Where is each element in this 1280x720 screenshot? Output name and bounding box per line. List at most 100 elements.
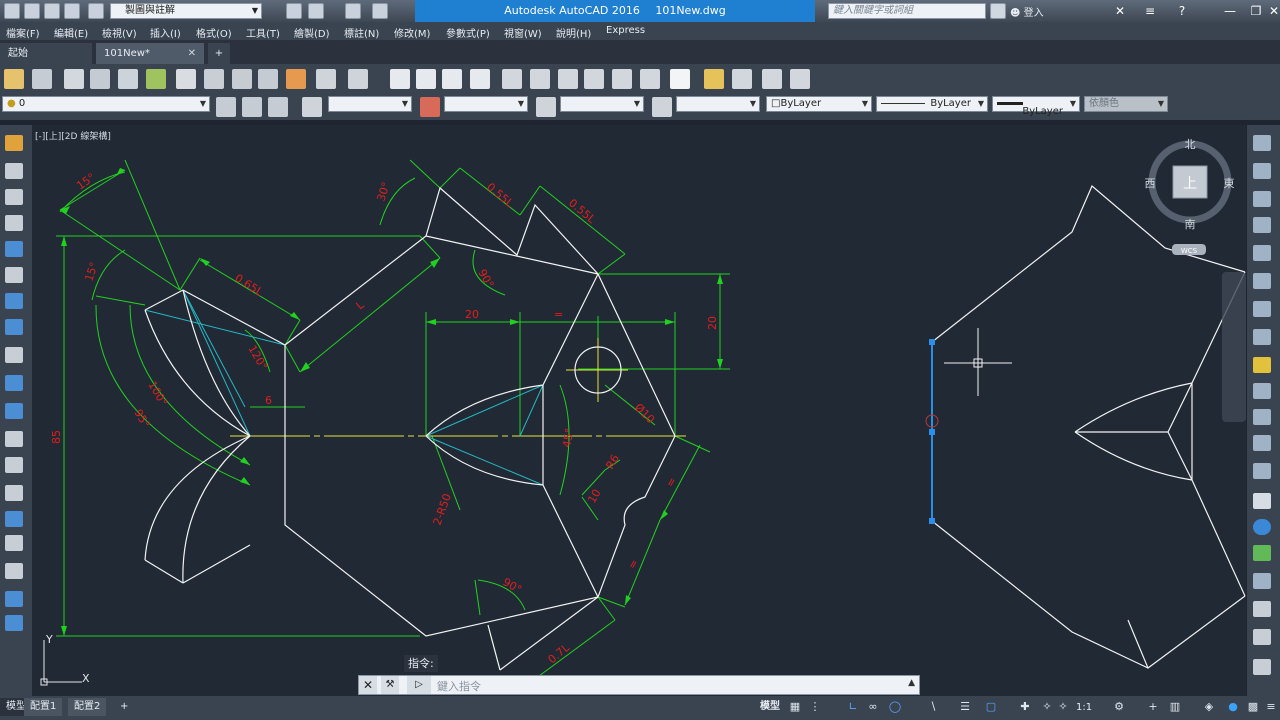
login-button[interactable]: ☻ 登入 bbox=[1010, 4, 1044, 19]
baseline-icon[interactable] bbox=[1253, 383, 1271, 399]
text-style-select[interactable]: ▼ bbox=[328, 96, 412, 112]
undo-icon[interactable] bbox=[316, 69, 336, 89]
3d-print-icon[interactable] bbox=[146, 69, 166, 89]
layout-tab-2[interactable]: 配置2 bbox=[68, 698, 107, 716]
extend-icon[interactable] bbox=[5, 403, 23, 419]
dim-20-v[interactable]: 20 bbox=[706, 316, 719, 330]
lineweight-select[interactable]: ByLayer ▼ bbox=[992, 96, 1080, 117]
annotation-visibility-icon[interactable]: ✧ bbox=[1040, 700, 1054, 714]
help-icon[interactable] bbox=[670, 69, 690, 89]
arc-length-icon[interactable] bbox=[1253, 191, 1271, 207]
layout-tab-1[interactable]: 配置1 bbox=[24, 698, 63, 716]
dim-dia10[interactable]: Ø10 bbox=[632, 401, 657, 426]
text-style-icon[interactable] bbox=[732, 69, 752, 89]
navigation-bar[interactable] bbox=[1222, 272, 1246, 422]
dim-l-upper[interactable]: L bbox=[354, 298, 368, 312]
scale-icon[interactable] bbox=[5, 319, 23, 335]
lineweight-icon[interactable]: ☰ bbox=[958, 700, 972, 714]
open-icon[interactable] bbox=[4, 69, 24, 89]
wrench-icon[interactable]: ⚒ bbox=[381, 676, 399, 694]
add-tab-button[interactable]: + bbox=[208, 43, 230, 64]
menu-help[interactable]: 說明(H) bbox=[556, 25, 591, 40]
dim-text-edit-icon[interactable] bbox=[1253, 601, 1271, 617]
properties-icon[interactable] bbox=[286, 3, 302, 19]
table-style-select[interactable]: ▼ bbox=[560, 96, 644, 112]
save-icon[interactable] bbox=[64, 3, 80, 19]
center-mark-icon[interactable] bbox=[1253, 519, 1271, 535]
markup-icon[interactable] bbox=[612, 69, 632, 89]
dim-6[interactable]: 6 bbox=[265, 394, 272, 407]
zoom-previous-icon[interactable] bbox=[470, 69, 490, 89]
model-space-toggle[interactable]: 模型 bbox=[754, 698, 786, 716]
tab-document[interactable]: 101New* ✕ bbox=[96, 43, 204, 64]
color-select[interactable]: □ByLayer ▼ bbox=[766, 96, 872, 112]
text-style-icon[interactable] bbox=[302, 97, 322, 117]
layer-previous-icon[interactable] bbox=[268, 97, 288, 117]
copy-icon[interactable] bbox=[5, 163, 23, 179]
viewcube-north[interactable]: 北 bbox=[1185, 138, 1196, 151]
viewcube[interactable]: 上 北 南 東 西 WCS bbox=[1145, 138, 1235, 255]
workspace-select[interactable]: 製圖與註解 ▼ bbox=[110, 3, 262, 19]
customize-icon[interactable]: ≡ bbox=[1264, 700, 1278, 714]
menu-window[interactable]: 視窗(W) bbox=[504, 25, 542, 40]
chamfer-icon[interactable] bbox=[5, 511, 23, 527]
search-input[interactable]: 鍵入關鍵字或詞組 bbox=[828, 3, 986, 19]
dim-055l-1[interactable]: 0.55L bbox=[484, 180, 516, 210]
match-properties-icon[interactable] bbox=[258, 69, 278, 89]
menu-dimension[interactable]: 標註(N) bbox=[344, 25, 379, 40]
viewcube-east[interactable]: 東 bbox=[1224, 177, 1235, 190]
viewcube-south[interactable]: 南 bbox=[1185, 218, 1196, 231]
open-file-icon[interactable] bbox=[44, 3, 60, 19]
save-icon[interactable] bbox=[32, 69, 52, 89]
annotation-scale[interactable]: 1:1 bbox=[1070, 699, 1098, 717]
ordinate-icon[interactable] bbox=[1253, 217, 1271, 233]
app-menu-icon[interactable] bbox=[4, 3, 20, 19]
multileader-icon[interactable] bbox=[790, 69, 810, 89]
redo-icon[interactable] bbox=[345, 3, 361, 19]
dim-100[interactable]: 100° bbox=[145, 379, 170, 408]
maximize-button[interactable]: ❐ bbox=[1246, 3, 1266, 19]
recent-commands-icon[interactable]: ▷ bbox=[407, 676, 431, 694]
ucs-menu[interactable]: WCS bbox=[1181, 247, 1198, 255]
explode-icon[interactable] bbox=[5, 591, 23, 607]
make-current-icon[interactable] bbox=[242, 97, 262, 117]
menu-express[interactable]: Express bbox=[606, 25, 645, 36]
dim-style-icon[interactable] bbox=[420, 97, 440, 117]
dim-055l-2[interactable]: 0.55L bbox=[566, 196, 598, 226]
design-center-icon[interactable] bbox=[530, 69, 550, 89]
otrack-icon[interactable]: ∖ bbox=[926, 700, 940, 714]
grid-icon[interactable]: ▦ bbox=[788, 700, 802, 714]
dim-r6[interactable]: R6 bbox=[603, 452, 622, 471]
tolerance-icon[interactable] bbox=[1253, 493, 1271, 509]
menu-parametric[interactable]: 參數式(P) bbox=[446, 25, 490, 40]
hardware-acceleration-icon[interactable]: ● bbox=[1226, 700, 1240, 714]
paste-icon[interactable] bbox=[232, 69, 252, 89]
move-icon[interactable] bbox=[5, 267, 23, 283]
match-properties-icon[interactable] bbox=[308, 3, 324, 19]
sheet-set-icon[interactable] bbox=[584, 69, 604, 89]
inspect-icon[interactable] bbox=[1253, 545, 1271, 561]
linetype-select[interactable]: ByLayer ▼ bbox=[876, 96, 988, 112]
table-style-icon[interactable] bbox=[536, 97, 556, 117]
jogged-icon[interactable] bbox=[1253, 273, 1271, 289]
dim-20-h[interactable]: 20 bbox=[465, 308, 479, 321]
dim-90-lower[interactable]: 90° bbox=[501, 575, 524, 596]
table-style-icon[interactable] bbox=[762, 69, 782, 89]
a360-icon[interactable]: ≡ bbox=[1140, 3, 1160, 19]
dim-eq-d1[interactable]: = bbox=[663, 475, 679, 489]
offset-icon[interactable] bbox=[5, 215, 23, 231]
menu-draw[interactable]: 繪製(D) bbox=[294, 25, 330, 40]
array-icon[interactable] bbox=[5, 241, 23, 257]
menu-view[interactable]: 檢視(V) bbox=[102, 25, 137, 40]
fillet-icon[interactable] bbox=[5, 535, 23, 551]
cut-icon[interactable] bbox=[176, 69, 196, 89]
undo-icon[interactable] bbox=[372, 3, 388, 19]
menu-insert[interactable]: 插入(I) bbox=[150, 25, 181, 40]
block-editor-icon[interactable] bbox=[286, 69, 306, 89]
plotstyle-select[interactable]: 依顏色 ▼ bbox=[1084, 96, 1168, 112]
menu-edit[interactable]: 編輯(E) bbox=[54, 25, 88, 40]
plot-preview-icon[interactable] bbox=[90, 69, 110, 89]
publish-icon[interactable] bbox=[118, 69, 138, 89]
help-icon[interactable]: ? bbox=[1172, 3, 1192, 19]
dim-style-icon[interactable] bbox=[1253, 659, 1271, 675]
